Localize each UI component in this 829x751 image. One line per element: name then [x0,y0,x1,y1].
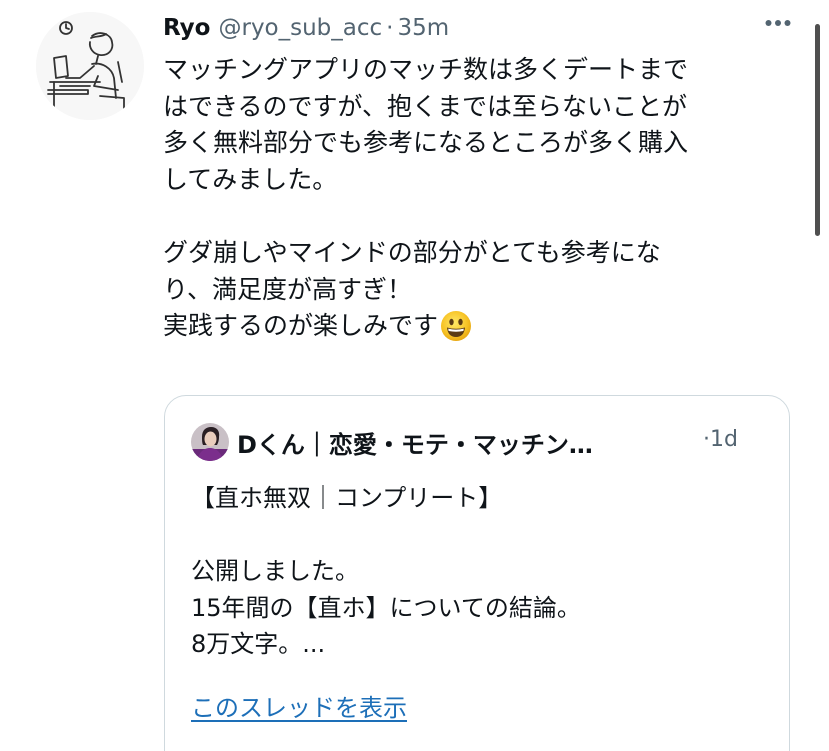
tweet-text-line: 多く無料部分でも参考になるところが多く購入 [163,128,689,158]
quoted-tweet-timestamp[interactable]: ·1d [703,427,738,452]
quoted-text-line: 8万文字。... [191,630,326,658]
tweet-timestamp[interactable]: 35m [397,15,449,41]
quoted-tweet-text: 【直ホ無双｜コンプリート】 公開しました。 15年間の【直ホ】についての結論。 … [191,480,581,663]
more-horizontal-icon [765,20,791,26]
quoted-text-blank-line [191,517,581,554]
tweet-text-line: グダ崩しやマインドの部分がとても参考にな [163,237,661,267]
tweet-text-line-with-emoji: 実践するのが楽しみです [163,308,803,353]
quoted-tweet-card[interactable]: Dくん｜恋愛・モテ・マッチン… ·1d 【直ホ無双｜コンプリート】 公開しました… [164,395,790,751]
tweet-text: マッチングアプリのマッチ数は多くデートまで はできるのですが、抱くまでは至らない… [163,52,803,353]
tweet-text-blank-line [163,198,803,235]
separator-dot: · [386,15,394,41]
grinning-face-emoji-icon [440,310,472,353]
user-avatar-icon[interactable] [191,423,229,461]
author-handle[interactable]: @ryo_sub_acc [218,15,382,41]
tweet-header: Ryo @ryo_sub_acc · 35m [163,12,449,44]
quoted-text-line: 15年間の【直ホ】についての結論。 [191,593,581,622]
tweet-text-line: はできるのですが、抱くまでは至らないことが [163,91,688,121]
more-options-button[interactable] [760,8,796,38]
scrollbar[interactable] [815,24,820,236]
quoted-tweet-header: Dくん｜恋愛・モテ・マッチン… [191,423,593,461]
tweet-text-line: してみました。 [163,164,338,194]
tweet-text-line: り、満足度が高すぎ！ [163,274,413,304]
show-thread-link[interactable]: このスレッドを表示 [191,688,407,723]
person-at-desk-icon [36,12,144,120]
tweet-text-line: マッチングアプリのマッチ数は多くデートまで [163,55,689,84]
tweet-text-line: 実践するのが楽しみです [163,311,439,341]
quoted-text-line: 【直ホ無双｜コンプリート】 [191,484,503,512]
avatar[interactable] [36,12,144,120]
quoted-text-line: 公開しました。 [191,557,359,585]
author-name[interactable]: Ryo [163,15,210,41]
quoted-author-name[interactable]: Dくん｜恋愛・モテ・マッチン… [237,425,593,460]
tweet-screenshot: Ryo @ryo_sub_acc · 35m マッチングアプリのマッチ数は多くデ… [0,0,829,751]
